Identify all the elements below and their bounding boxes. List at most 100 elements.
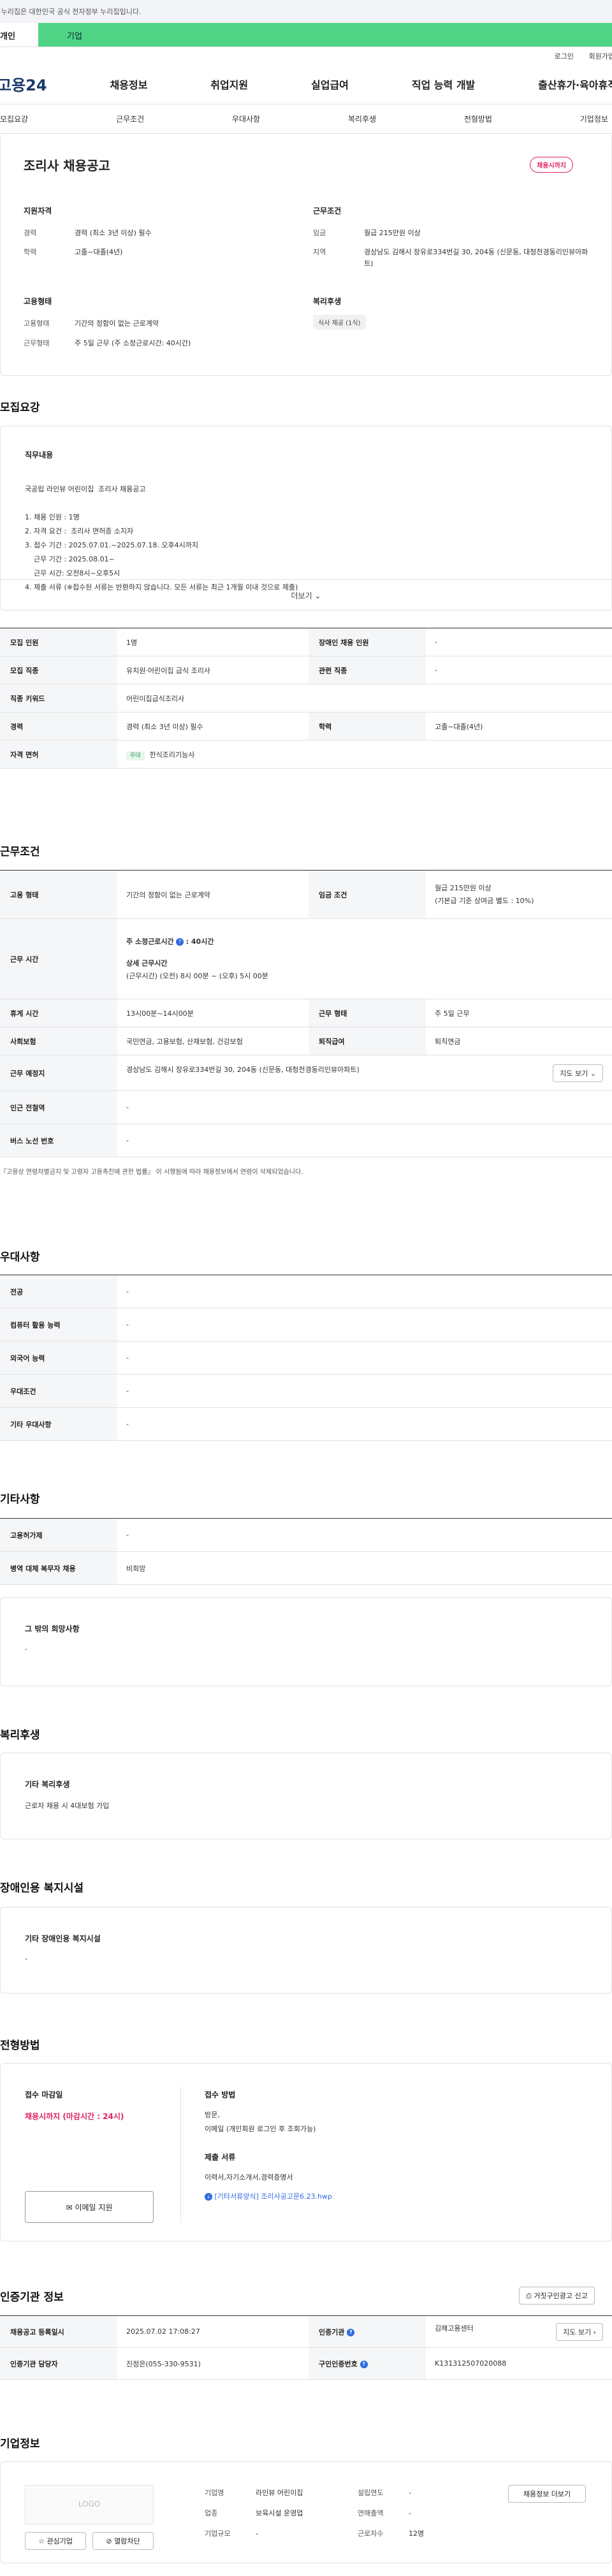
summary-card: 조리사 채용공고 채용시까지 지원자격 경력 경력 (최소 3년 이상) 필수 학… <box>0 135 612 376</box>
no-value: K131312507020088 <box>426 2347 612 2380</box>
company-logo-placeholder: LOGO <box>25 2485 154 2524</box>
row-value: 비희망 <box>117 1551 612 1585</box>
row-value: - <box>117 1275 612 1308</box>
gov-banner: 이 누리집은 대한민국 공식 전자정부 누리집입니다. <box>0 0 612 23</box>
hope-card: 그 밖의 희망사항 - <box>0 1597 612 1686</box>
weekly-hours-value: : 40시간 <box>186 937 214 946</box>
size-value: - <box>256 2529 258 2538</box>
loc-label: 근무 예정지 <box>0 1055 117 1091</box>
year-value: - <box>409 2489 411 2497</box>
info-icon[interactable]: ? <box>360 2360 368 2368</box>
edu-label: 학력 <box>24 248 37 256</box>
nav-employment-support[interactable]: 취업지원 <box>210 76 248 92</box>
chevron-down-icon: ⌄ <box>314 591 321 600</box>
nav-unemployment-benefit[interactable]: 실업급여 <box>311 76 349 92</box>
qual-title: 지원자격 <box>24 206 52 215</box>
subnav-work[interactable]: 근무조건 <box>116 113 144 124</box>
ins-value: 국민연금, 고용보험, 산재보험, 건강보험 <box>117 1027 309 1055</box>
wage-value: 월급 215만원 이상 <box>435 883 492 892</box>
report-icon: ⎙ <box>526 2292 532 2300</box>
bus-value: - <box>117 1124 612 1157</box>
file-link[interactable]: ⤓ [기타서류양식] 조리사공고문6.23.hwp <box>205 2191 332 2201</box>
attachment-icon: ⤓ <box>205 2193 212 2201</box>
signup-link[interactable]: 회원가입 <box>589 52 612 61</box>
tab-personal[interactable]: 개인 <box>0 23 38 47</box>
pref-title: 우대사항 <box>0 1251 40 1264</box>
duty-line: 3. 접수 기간 : 2025.07.01.~2025.07.18. 오후4시까… <box>25 541 198 549</box>
reg-value: 2025.07.02 17:08:27 <box>117 2315 309 2348</box>
deadline-title: 접수 마감일 <box>25 2090 63 2099</box>
subnav-welfare[interactable]: 복리후생 <box>348 113 376 124</box>
name-label: 기업명 <box>205 2489 224 2497</box>
hope-value: - <box>25 1645 27 1653</box>
nav-parental-leave[interactable]: 출산휴가·육아휴직 <box>538 76 612 92</box>
org-map-label: 지도 보기 <box>563 2327 592 2336</box>
ind-value: 보육시설 운영업 <box>256 2509 303 2517</box>
info-icon[interactable]: ? <box>176 937 184 946</box>
fav-company-button[interactable]: ☆ 관심기업 <box>25 2532 86 2550</box>
welfare-title: 복리후생 <box>313 297 342 306</box>
loc-cell: 경상남도 김해시 장유로334번길 30, 204동 (신문동, 대청천경동리인… <box>117 1055 612 1091</box>
nav-job-training[interactable]: 직업 능력 개발 <box>412 76 475 92</box>
emp-value: 기간의 정함이 없는 근로계약 <box>117 870 309 919</box>
company-title: 기업정보 <box>0 2438 40 2450</box>
duty-line: 국공립 라인뷰 어린이집 조리사 채용공고 <box>25 485 146 493</box>
etc-table: 고용허가제 - 병역 대체 복무자 채용 비희망 <box>0 1518 612 1585</box>
mgr-label: 인증기관 담당자 <box>0 2347 117 2380</box>
size-label: 기업규모 <box>205 2529 231 2538</box>
docs-value: 이력서,자기소개서,경력증명서 <box>205 2173 293 2182</box>
reg-label: 채용공고 등록일시 <box>0 2315 117 2348</box>
section-nav: 모집요강 근무조건 우대사항 복리후생 전형방법 기업정보 <box>0 105 612 134</box>
bus-label: 버스 노선 번호 <box>0 1124 117 1157</box>
page-title: 조리사 채용공고 <box>24 158 110 173</box>
emptype-value: 기간의 정함이 없는 근로계약 <box>75 319 159 328</box>
subnav-pref[interactable]: 우대사항 <box>232 113 260 124</box>
emp-title: 고용형태 <box>24 297 52 306</box>
map-button[interactable]: 지도 보기 ⌄ <box>553 1064 603 1082</box>
email-apply-label: 이메일 지원 <box>75 2203 113 2212</box>
row-label: 전공 <box>0 1275 117 1308</box>
tab-business[interactable]: 기업 <box>38 23 612 47</box>
more-label: 더보기 <box>291 591 312 600</box>
row-value: - <box>117 1341 612 1375</box>
duty-line: 근무 기간 : 2025.08.01~ <box>25 555 115 563</box>
rest-label: 휴게 시간 <box>0 999 117 1027</box>
subnav-company[interactable]: 기업정보 <box>580 113 608 124</box>
subnav-select[interactable]: 전형방법 <box>464 113 492 124</box>
time-label: 근무 시간 <box>0 918 117 999</box>
block-button[interactable]: ⊘ 열람차단 <box>92 2532 154 2550</box>
row-value: 어린이집급식조리사 <box>117 684 612 713</box>
company-card: LOGO ☆ 관심기업 ⊘ 열람차단 기업명 라인뷰 어린이집 업종 보육시설 운영… <box>0 2461 612 2563</box>
row-label: 모집 인원 <box>0 628 117 656</box>
method-value-2: 이메일 (개인회원 로그인 후 조회가능) <box>205 2125 316 2133</box>
wage-label: 임금 조건 <box>309 870 426 919</box>
more-jobs-button[interactable]: 채용정보 더보기 <box>508 2485 586 2503</box>
row-label: 우대조건 <box>0 1374 117 1408</box>
logo-text: LOGO <box>78 2500 101 2508</box>
disab-card: 기타 장애인용 복지시설 - <box>0 1907 612 1994</box>
site-logo[interactable]: 고용24 <box>0 73 47 95</box>
email-apply-button[interactable]: ✉ 이메일 지원 <box>25 2191 154 2223</box>
nav-jobs[interactable]: 채용정보 <box>110 76 147 92</box>
no-label: 구인인증번호 <box>319 2359 358 2368</box>
more-button[interactable]: 더보기 ⌄ <box>1 579 611 610</box>
ind-label: 업종 <box>205 2509 218 2517</box>
cond-title: 근무조건 <box>313 206 342 215</box>
report-button[interactable]: ⎙ 거짓구인광고 신고 <box>519 2287 595 2305</box>
welfare-card: 기타 복리후생 근로자 채용 시 4대보험 가입 <box>0 1753 612 1839</box>
report-label: 거짓구인광고 신고 <box>534 2292 588 2300</box>
org-map-button[interactable]: 지도 보기 › <box>556 2322 603 2341</box>
subway-label: 인근 전철역 <box>0 1090 117 1124</box>
emptype-label: 고용형태 <box>24 319 50 328</box>
subnav-recruit[interactable]: 모집요강 <box>0 113 28 124</box>
login-link[interactable]: 로그인 <box>555 52 574 61</box>
rest-value: 13시00분~14시00분 <box>117 999 309 1027</box>
wage-note: (기본급 기준 상여금 별도 : 10%) <box>435 896 534 905</box>
detail-hours-label: 상세 근무시간 <box>126 959 168 967</box>
docs-title: 제출 서류 <box>205 2153 236 2162</box>
work-table: 고용 형태 기간의 정함이 없는 근로계약 임금 조건 월급 215만원 이상 (기본급… <box>0 870 612 1176</box>
info-icon[interactable]: ? <box>347 2328 355 2336</box>
row-label: 관련 직종 <box>309 656 426 684</box>
pref-table: 전공 - 컴퓨터 활용 능력 - 외국어 능력 - 우대조건 - 기타 우대사항 - <box>0 1275 612 1441</box>
disab-sub: 기타 장애인용 복지시설 <box>25 1934 101 1943</box>
